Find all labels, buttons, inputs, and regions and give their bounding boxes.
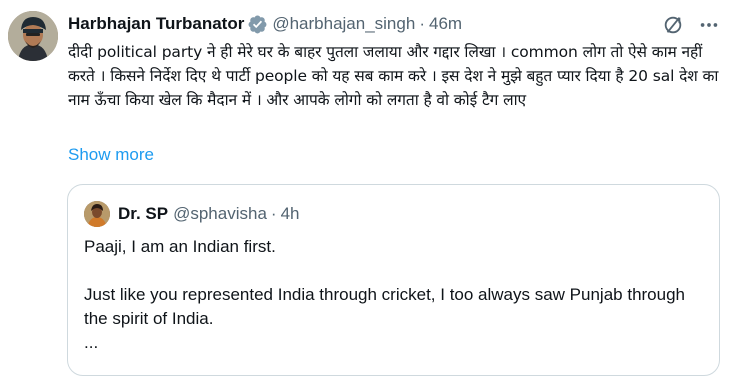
quote-separator-dot: ·: [270, 204, 277, 223]
tweet-header: Harbhajan Turbanator @harbhajan_singh · …: [68, 12, 462, 36]
quote-author-name[interactable]: Dr. SP: [118, 204, 168, 224]
quote-line-2: Just like you represented India through …: [84, 285, 686, 328]
quote-text: Paaji, I am an Indian first. Just like y…: [84, 235, 709, 355]
header-actions: [662, 14, 720, 36]
quote-line-3: ...: [84, 333, 99, 352]
quoted-tweet[interactable]: Dr. SP @sphavisha · 4h Paaji, I am an In…: [67, 184, 720, 376]
quote-author-handle[interactable]: @sphavisha: [173, 204, 267, 224]
more-icon[interactable]: [698, 14, 720, 36]
quote-timestamp[interactable]: 4h: [281, 204, 300, 224]
author-name[interactable]: Harbhajan Turbanator: [68, 12, 244, 36]
separator-dot: ·: [419, 14, 425, 33]
avatar[interactable]: [8, 11, 58, 61]
tweet[interactable]: Harbhajan Turbanator @harbhajan_singh · …: [0, 0, 730, 383]
tweet-text: दीदी political party ने ही मेरे घर के बा…: [68, 43, 719, 109]
quote-avatar[interactable]: [84, 201, 110, 227]
grok-icon[interactable]: [662, 14, 684, 36]
verified-badge-icon: [247, 14, 268, 35]
quote-header: Dr. SP @sphavisha · 4h: [118, 202, 300, 226]
author-handle[interactable]: @harbhajan_singh: [272, 12, 415, 36]
quote-line-1: Paaji, I am an Indian first.: [84, 237, 276, 256]
show-more-link[interactable]: Show more: [68, 143, 154, 167]
timestamp[interactable]: 46m: [429, 12, 462, 36]
